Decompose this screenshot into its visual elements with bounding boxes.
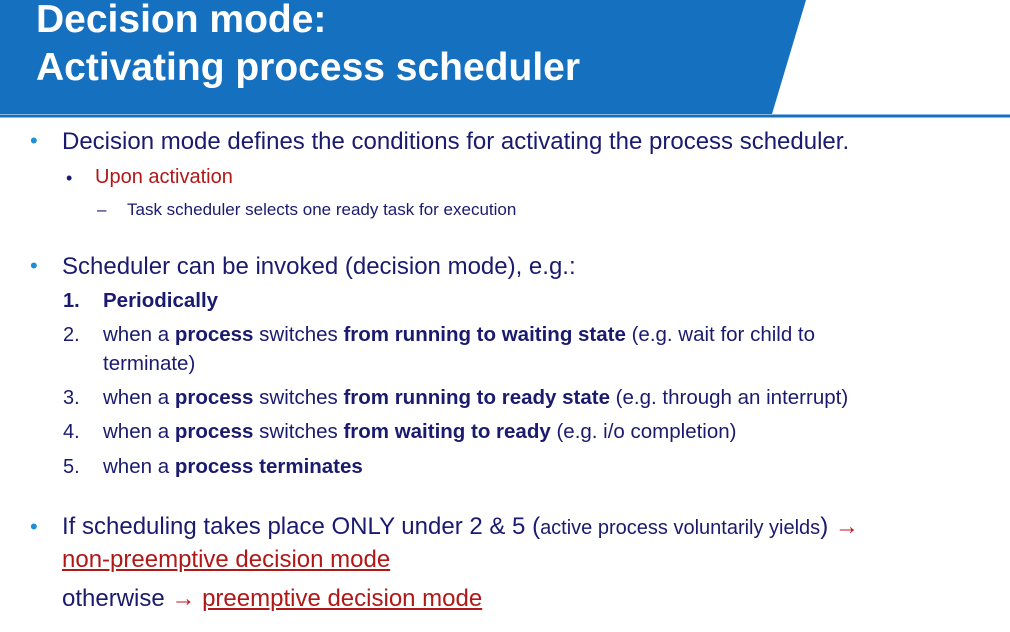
bullet3-part-c: ) xyxy=(820,513,829,540)
right-arrow-icon: → xyxy=(834,513,859,540)
bullet1-sub: Upon activation xyxy=(95,166,233,188)
item3-bold-process: process xyxy=(174,386,254,409)
slide-title-line2: Activating process scheduler xyxy=(36,46,581,89)
item4-part-c: switches xyxy=(253,420,344,443)
dash-marker: – xyxy=(97,200,107,219)
bullet3-part-b: active process voluntarily yields xyxy=(540,517,821,539)
item2-part-e: (e.g. wait for child to xyxy=(625,323,816,346)
bullet-dot-2: • xyxy=(30,253,38,278)
slide-title-line1: Decision mode: xyxy=(36,0,327,41)
item5-bold-terminates: process terminates xyxy=(174,455,363,478)
item5-part-a: when a xyxy=(103,455,175,478)
item4-number: 4. xyxy=(63,421,80,443)
bullet1-subsub: Task scheduler selects one ready task fo… xyxy=(127,200,517,219)
bullet3-otherwise-row: otherwise → preemptive decision mode xyxy=(62,585,482,613)
item3-number: 3. xyxy=(63,387,80,409)
item4-part-a: when a xyxy=(103,420,175,443)
item3-part-a: when a xyxy=(103,386,175,409)
otherwise-text: otherwise xyxy=(62,585,165,612)
item5-text: when a process terminates xyxy=(103,453,363,481)
item4-text: when a process switches from waiting to … xyxy=(103,418,737,446)
non-preemptive-link[interactable]: non-preemptive decision mode xyxy=(62,546,390,573)
bullet3-link1-row: non-preemptive decision mode xyxy=(62,546,390,574)
item2-number: 2. xyxy=(63,324,80,346)
item2-text-cont: terminate) xyxy=(103,352,196,375)
bullet-dot-3: • xyxy=(30,514,38,539)
item2-bold-process: process xyxy=(174,323,254,346)
item1-text: Periodically xyxy=(103,287,218,315)
bullet2-text: Scheduler can be invoked (decision mode)… xyxy=(62,253,576,280)
right-arrow-icon-2: → xyxy=(171,585,196,612)
item1-bold: Periodically xyxy=(103,289,219,312)
item4-bold-transition: from waiting to ready xyxy=(343,420,551,443)
item4-bold-process: process xyxy=(174,420,254,443)
item4-part-e: (e.g. i/o completion) xyxy=(550,420,737,443)
item2-part-c: switches xyxy=(253,323,344,346)
bullet3-part-a: If scheduling takes place ONLY under 2 &… xyxy=(62,513,541,540)
item5-number: 5. xyxy=(63,456,80,478)
sub-bullet-dot: • xyxy=(66,168,73,188)
item2-part-a: when a xyxy=(103,323,175,346)
bullet-dot-1: • xyxy=(30,128,38,153)
item1-number: 1. xyxy=(63,290,80,312)
preemptive-link[interactable]: preemptive decision mode xyxy=(202,585,482,612)
item3-text: when a process switches from running to … xyxy=(103,384,848,412)
item2-bold-transition: from running to waiting state xyxy=(343,323,626,346)
bullet1-text: Decision mode defines the conditions for… xyxy=(62,128,850,155)
item3-part-e: (e.g. through an interrupt) xyxy=(609,386,849,409)
item2-text: when a process switches from running to … xyxy=(103,321,815,349)
slide-header: Decision mode: Activating process schedu… xyxy=(0,0,1010,118)
bullet3-text: If scheduling takes place ONLY under 2 &… xyxy=(62,513,859,541)
item3-part-c: switches xyxy=(253,386,344,409)
item3-bold-transition: from running to ready state xyxy=(343,386,610,409)
